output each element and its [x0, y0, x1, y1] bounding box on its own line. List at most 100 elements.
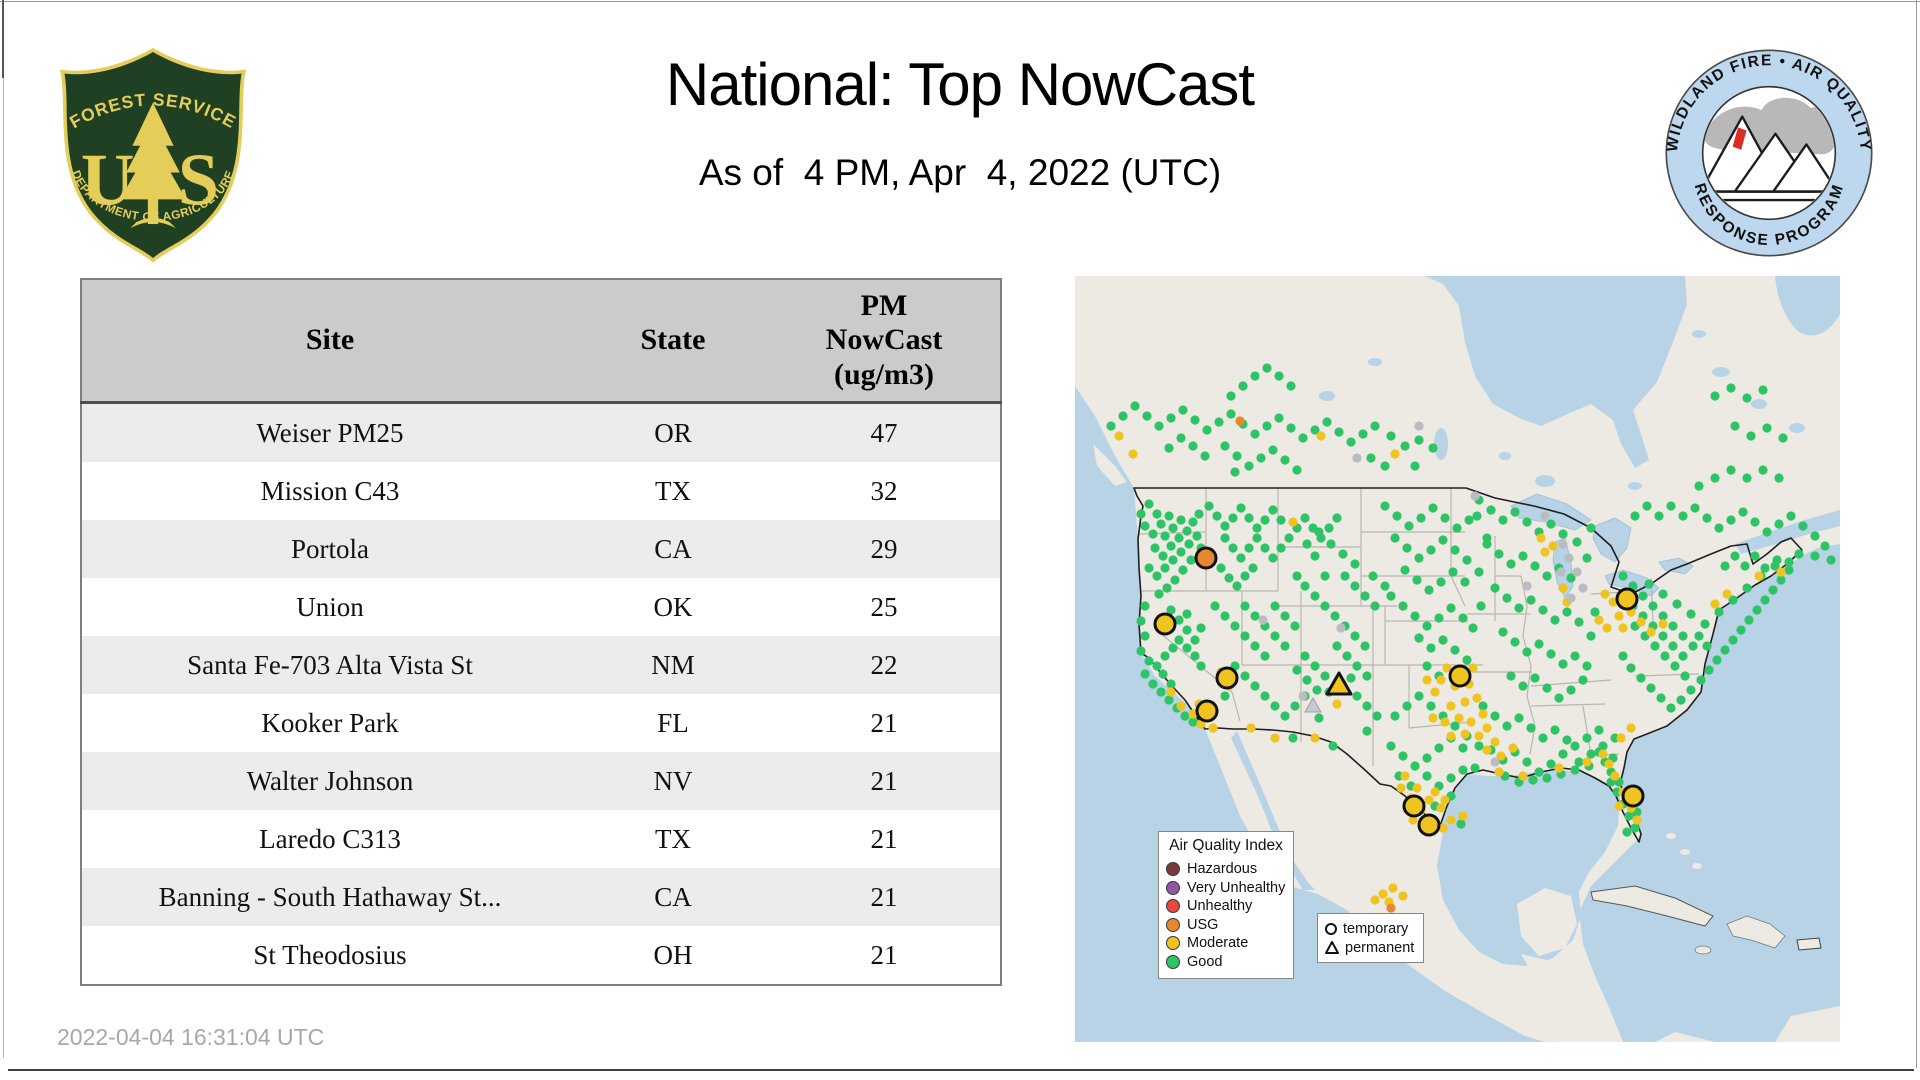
good-monitor-dot: [1362, 726, 1372, 736]
state-cell: OH: [653, 939, 693, 970]
table-row: Walter Johnson NV 21: [81, 752, 1001, 810]
good-monitor-dot: [1226, 391, 1236, 401]
good-monitor-dot: [1450, 645, 1460, 655]
good-monitor-dot: [1448, 567, 1458, 577]
good-monitor-dot: [1340, 571, 1350, 581]
good-monitor-dot: [1726, 383, 1736, 393]
good-monitor-dot: [1202, 425, 1212, 435]
good-monitor-dot: [1658, 611, 1668, 621]
site-table-body: Weiser PM25 OR 47 Mission C43 TX 32 Portola CA 2…: [81, 402, 1001, 985]
good-monitor-dot: [1262, 421, 1272, 431]
good-monitor-dot: [1360, 591, 1370, 601]
good-monitor-dot: [1426, 643, 1436, 653]
good-monitor-dot: [1178, 565, 1188, 575]
good-monitor-dot: [1538, 733, 1548, 743]
good-monitor-dot: [1300, 513, 1310, 523]
good-monitor-dot: [1168, 523, 1178, 533]
aqi-legend-item: Hazardous: [1166, 860, 1286, 879]
table-row: Weiser PM25 OR 47: [81, 402, 1001, 462]
good-monitor-dot: [1558, 749, 1568, 759]
good-monitor-dot: [1310, 591, 1320, 601]
good-monitor-dot: [1260, 543, 1270, 553]
moderate-monitor-dot: [1460, 729, 1470, 739]
moderate-monitor-dot: [1288, 517, 1298, 527]
moderate-monitor-dot: [1270, 733, 1280, 743]
good-monitor-dot: [1332, 513, 1342, 523]
good-monitor-dot: [1230, 621, 1240, 631]
good-monitor-dot: [1342, 651, 1352, 661]
good-monitor-dot: [1438, 535, 1448, 545]
gray-monitor-dot: [1470, 491, 1480, 501]
good-monitor-dot: [1162, 583, 1172, 593]
moderate-monitor-dot: [1430, 687, 1440, 697]
good-monitor-dot: [1188, 517, 1198, 527]
moderate-monitor-dot: [1548, 541, 1558, 551]
good-monitor-dot: [1410, 611, 1420, 621]
moderate-monitor-dot: [1378, 889, 1388, 899]
good-monitor-dot: [1118, 411, 1128, 421]
gray-monitor-dot: [1298, 691, 1308, 701]
aqi-legend-label: USG: [1187, 916, 1219, 933]
good-monitor-dot: [1526, 723, 1536, 733]
top-site-marker: [1448, 664, 1472, 688]
site-cell: Santa Fe-703 Alta Vista St: [187, 649, 473, 680]
good-monitor-dot: [1494, 549, 1504, 559]
good-monitor-dot: [1244, 513, 1254, 523]
good-monitor-dot: [1490, 711, 1500, 721]
moderate-monitor-dot: [1332, 699, 1342, 709]
good-monitor-dot: [1228, 543, 1238, 553]
good-monitor-dot: [1156, 687, 1166, 697]
good-monitor-dot: [1290, 621, 1300, 631]
good-monitor-dot: [1704, 665, 1714, 675]
good-monitor-dot: [1714, 523, 1724, 533]
moderate-monitor-dot: [1440, 717, 1450, 727]
top-site-marker: [1195, 699, 1219, 723]
good-monitor-dot: [1502, 721, 1512, 731]
good-monitor-dot: [1622, 827, 1632, 837]
good-monitor-dot: [1404, 521, 1414, 531]
good-monitor-dot: [1742, 473, 1752, 483]
slide-border-bottom: [8, 1069, 1914, 1071]
good-monitor-dot: [1288, 733, 1298, 743]
good-monitor-dot: [1148, 529, 1158, 539]
good-monitor-dot: [1190, 651, 1200, 661]
good-monitor-dot: [1712, 655, 1722, 665]
good-monitor-dot: [1180, 711, 1190, 721]
good-monitor-dot: [1276, 515, 1286, 525]
good-monitor-dot: [1182, 643, 1192, 653]
good-monitor-dot: [1326, 539, 1336, 549]
good-monitor-dot: [1298, 433, 1308, 443]
top-site-marker: [1621, 784, 1645, 808]
moderate-monitor-dot: [1114, 431, 1124, 441]
moderate-monitor-dot: [1388, 883, 1398, 893]
good-monitor-dot: [1174, 635, 1184, 645]
temporary-circle-icon: [1325, 922, 1337, 935]
good-monitor-dot: [1464, 515, 1474, 525]
value-cell: 29: [870, 533, 898, 564]
good-monitor-dot: [1142, 411, 1152, 421]
moderate-monitor-dot: [1646, 627, 1656, 637]
good-monitor-dot: [1422, 753, 1432, 763]
good-monitor-dot: [1426, 545, 1436, 555]
state-cell: CA: [654, 881, 692, 912]
good-monitor-dot: [1546, 649, 1556, 659]
good-monitor-dot: [1710, 473, 1720, 483]
good-monitor-dot: [1352, 691, 1362, 701]
good-monitor-dot: [1550, 615, 1560, 625]
good-monitor-dot: [1702, 513, 1712, 523]
good-monitor-dot: [1618, 571, 1628, 581]
good-monitor-dot: [1280, 455, 1290, 465]
gray-monitor-dot: [1556, 567, 1566, 577]
gray-monitor-dot: [1414, 421, 1424, 431]
good-monitor-dot: [1366, 453, 1376, 463]
good-monitor-dot: [1192, 531, 1202, 541]
good-monitor-dot: [1398, 601, 1408, 611]
good-monitor-dot: [1462, 555, 1472, 565]
good-monitor-dot: [1582, 553, 1592, 563]
aqi-legend-label: Very Unhealthy: [1187, 879, 1286, 896]
moderate-monitor-dot: [1710, 599, 1720, 609]
moderate-monitor-dot: [1494, 767, 1504, 777]
moderate-monitor-dot: [1400, 771, 1410, 781]
good-monitor-dot: [1250, 641, 1260, 651]
good-monitor-dot: [1140, 521, 1150, 531]
